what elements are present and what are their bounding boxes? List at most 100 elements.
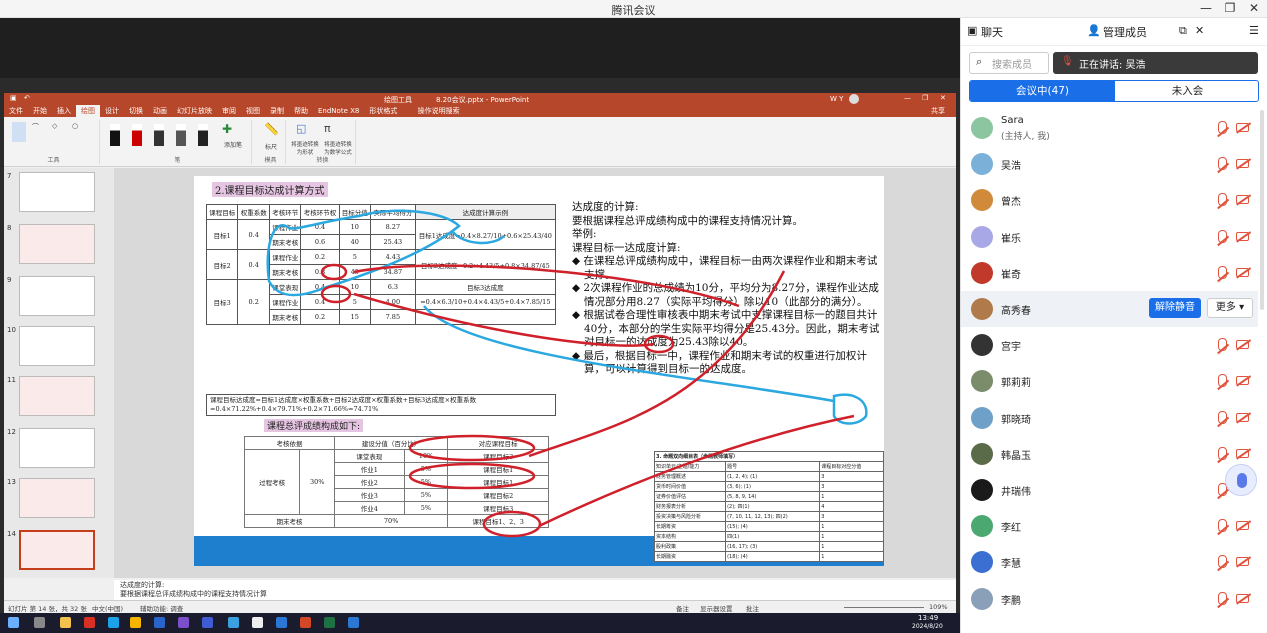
camera-off-icon[interactable] — [1236, 557, 1249, 567]
muted-mic-icon[interactable] — [1218, 265, 1227, 279]
member-row[interactable]: 郭晓琦 — [961, 400, 1258, 436]
slide-thumbnail-8[interactable] — [19, 224, 95, 264]
user-avatar[interactable] — [849, 94, 859, 104]
restore-icon[interactable]: ❐ — [1220, 1, 1240, 15]
camera-off-icon[interactable] — [1236, 448, 1249, 458]
camera-off-icon[interactable] — [1236, 159, 1249, 169]
tab-not-joined[interactable]: 未入会 — [1115, 81, 1258, 101]
camera-off-icon[interactable] — [1236, 412, 1249, 422]
member-row[interactable]: 井瑞伟 — [961, 472, 1258, 508]
onenote-icon[interactable] — [178, 617, 189, 628]
app-icon[interactable] — [348, 617, 359, 628]
muted-mic-icon[interactable] — [1218, 555, 1227, 569]
add-pen-label[interactable]: 添加笔 — [218, 140, 248, 149]
select-tool-icon[interactable] — [12, 122, 26, 142]
language-indicator[interactable]: 中文(中国) — [92, 603, 123, 613]
camera-off-icon[interactable] — [1236, 123, 1249, 132]
muted-mic-icon[interactable] — [1218, 446, 1227, 460]
ppt-user[interactable]: W Y — [830, 95, 843, 103]
menu-record[interactable]: 录制 — [265, 105, 289, 117]
tell-me-search[interactable]: 操作说明搜索 — [413, 105, 465, 117]
start-icon[interactable] — [8, 617, 19, 628]
powerpoint-icon[interactable] — [300, 617, 311, 628]
member-row[interactable]: 宫宇 — [961, 327, 1258, 363]
menu-transitions[interactable]: 切换 — [124, 105, 148, 117]
tencent-meeting-icon[interactable] — [276, 617, 287, 628]
ruler-icon[interactable]: 📏 — [264, 122, 279, 136]
menu-animations[interactable]: 动画 — [148, 105, 172, 117]
member-row[interactable]: Sara (主持人, 我) — [961, 110, 1258, 146]
highlighter-icon[interactable] — [198, 124, 208, 146]
camera-off-icon[interactable] — [1236, 267, 1249, 277]
more-button[interactable]: 更多 ▾ — [1207, 298, 1253, 318]
member-row[interactable]: 李鹏 — [961, 581, 1258, 617]
speaker-notes[interactable]: 达成度的计算: 要根据课程总评成绩构成中的课程支持情况计算 — [114, 580, 956, 600]
app-icon[interactable] — [228, 617, 239, 628]
slide-thumbnail-12[interactable] — [19, 428, 95, 468]
app-icon[interactable] — [154, 617, 165, 628]
popout-icon[interactable]: ⧉ — [1179, 24, 1187, 38]
lasso-tool-icon[interactable]: ⌒ — [32, 122, 46, 142]
unmute-button[interactable]: 解除静音 — [1149, 298, 1201, 318]
muted-mic-icon[interactable] — [1218, 374, 1227, 388]
muted-mic-icon[interactable] — [1218, 121, 1227, 134]
muted-mic-icon[interactable] — [1218, 157, 1227, 171]
camera-off-icon[interactable] — [1236, 340, 1249, 350]
menu-endnote[interactable]: EndNote X8 — [313, 105, 364, 117]
tab-in-meeting[interactable]: 会议中(47) — [970, 81, 1115, 101]
notes-toggle[interactable]: 备注 — [676, 603, 689, 613]
pen-black-icon[interactable] — [110, 124, 120, 146]
close-icon[interactable]: ✕ — [1244, 1, 1264, 15]
camera-off-icon[interactable] — [1236, 231, 1249, 241]
chrome-icon[interactable] — [130, 617, 141, 628]
slide-thumbnail-7[interactable] — [19, 172, 95, 212]
lasso-select-icon[interactable]: ○ — [72, 122, 86, 142]
ruler-label[interactable]: 标尺 — [256, 142, 286, 151]
member-row[interactable]: 曾杰 — [961, 182, 1258, 218]
menu-view[interactable]: 视图 — [241, 105, 265, 117]
menu-help[interactable]: 帮助 — [289, 105, 313, 117]
display-settings[interactable]: 显示器设置 — [700, 603, 733, 613]
camera-off-icon[interactable] — [1236, 376, 1249, 386]
panel-close-icon[interactable]: ✕ — [1195, 24, 1204, 37]
camera-off-icon[interactable] — [1236, 521, 1249, 531]
eraser-icon[interactable]: ◇ — [52, 122, 66, 142]
zoom-slider[interactable] — [844, 607, 924, 608]
menu-slideshow[interactable]: 幻灯片放映 — [172, 105, 217, 117]
ppt-close-icon[interactable]: ✕ — [940, 94, 946, 102]
slide-thumbnail-10[interactable] — [19, 326, 95, 366]
muted-mic-icon[interactable] — [1218, 229, 1227, 243]
excel-icon[interactable] — [324, 617, 335, 628]
member-row[interactable]: 郭莉莉 — [961, 363, 1258, 399]
menu-home[interactable]: 开始 — [28, 105, 52, 117]
slide-thumbnail-9[interactable] — [19, 276, 95, 316]
menu-review[interactable]: 审阅 — [217, 105, 241, 117]
panel-menu-icon[interactable]: ☰ — [1249, 24, 1259, 37]
ppt-share-button[interactable]: 共享 — [926, 105, 950, 117]
pen-red-icon[interactable] — [132, 124, 142, 146]
muted-mic-icon[interactable] — [1218, 591, 1227, 605]
undo-icon[interactable]: ↶ — [24, 94, 30, 102]
word-icon[interactable] — [202, 617, 213, 628]
zoom-level[interactable]: 109% — [929, 603, 948, 611]
ink-to-shape-label[interactable]: 将墨迹转换为形状 — [290, 140, 320, 156]
slide-thumbnail-13[interactable] — [19, 478, 95, 518]
menu-draw[interactable]: 绘图 — [76, 105, 100, 117]
edge-icon[interactable] — [108, 617, 119, 628]
member-list-scrollbar[interactable] — [1260, 110, 1264, 310]
camera-off-icon[interactable] — [1236, 593, 1249, 603]
member-row[interactable]: 吴浩 — [961, 146, 1258, 182]
pen-dark-icon[interactable] — [154, 124, 164, 146]
member-row[interactable]: 崔乐 — [961, 219, 1258, 255]
member-row[interactable]: 崔奇 — [961, 255, 1258, 291]
tab-chat[interactable]: 聊天 — [981, 24, 1003, 40]
task-view-icon[interactable] — [34, 617, 45, 628]
camera-off-icon[interactable] — [1236, 195, 1249, 205]
muted-mic-icon[interactable] — [1218, 519, 1227, 533]
ppt-minimize-icon[interactable]: — — [904, 94, 911, 102]
current-slide[interactable]: 2.课程目标达成计算方式 课程目标 权重系数 考核环节 考核环节权 目标分值 实… — [194, 176, 884, 566]
ppt-restore-icon[interactable]: ❐ — [922, 94, 928, 102]
muted-mic-icon[interactable] — [1218, 338, 1227, 352]
file-explorer-icon[interactable] — [60, 617, 71, 628]
slide-thumbnail-14[interactable] — [19, 530, 95, 570]
